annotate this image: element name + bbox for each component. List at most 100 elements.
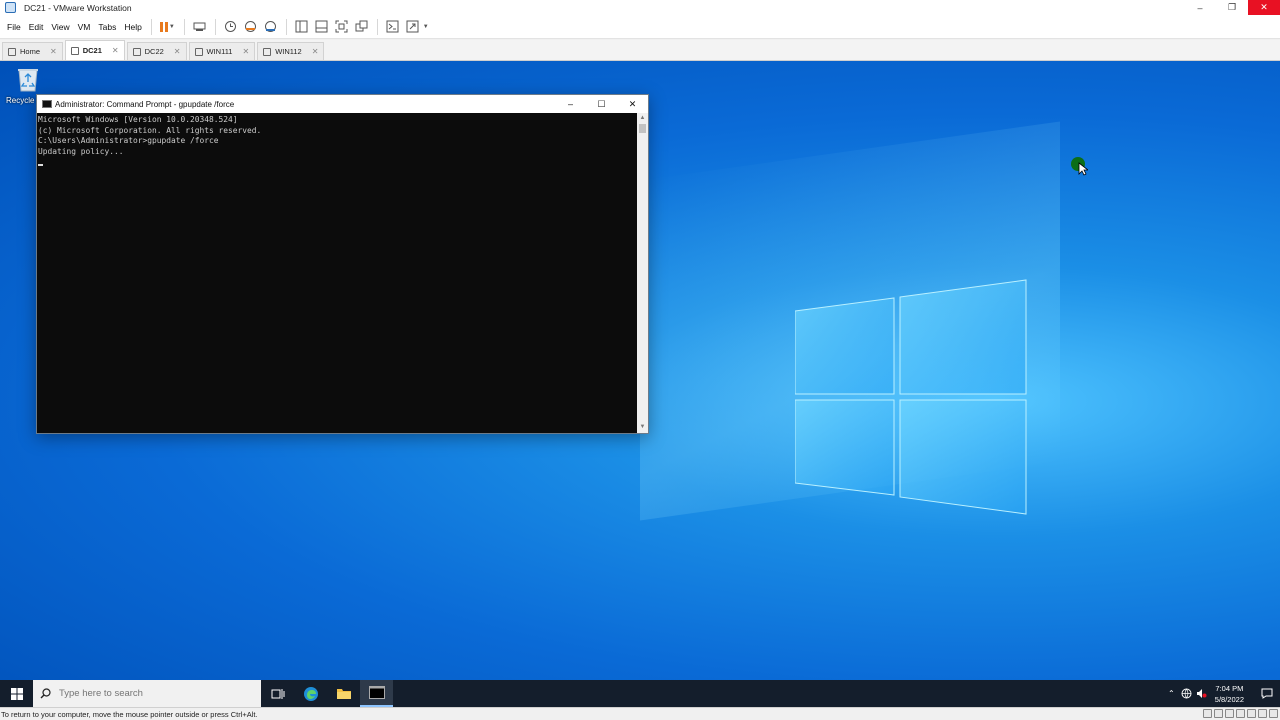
clock-time: 7:04 PM: [1215, 683, 1244, 693]
folder-icon: [336, 689, 351, 699]
snapshot-icon[interactable]: [222, 18, 240, 36]
task-view-icon: [271, 688, 284, 699]
chevron-down-icon[interactable]: ▼: [423, 24, 429, 30]
taskbar-search[interactable]: [33, 680, 261, 707]
display-icon[interactable]: [1258, 709, 1267, 718]
menu-help[interactable]: Help: [120, 22, 145, 32]
cmd-taskbar-button[interactable]: [360, 680, 393, 707]
toolbar-divider: [214, 18, 216, 35]
show-library-icon[interactable]: [293, 18, 311, 36]
show-hidden-icons-icon[interactable]: ⌃: [1164, 680, 1179, 707]
tab-dc22[interactable]: DC22 ✕: [126, 42, 187, 60]
vm-icon: [263, 47, 272, 56]
hard-disk-icon[interactable]: [1203, 709, 1212, 718]
menu-vm[interactable]: VM: [74, 22, 95, 32]
cmd-scrollbar[interactable]: ▲ ▼: [637, 113, 648, 433]
send-ctrl-alt-del-icon[interactable]: [191, 18, 209, 36]
vmware-titlebar: DC21 - VMware Workstation – ❐ ✕: [0, 0, 1280, 15]
menu-edit[interactable]: Edit: [25, 22, 48, 32]
cmd-console-output[interactable]: Microsoft Windows [Version 10.0.20348.52…: [37, 113, 637, 433]
scroll-down-icon[interactable]: ▼: [637, 422, 648, 433]
thumbnail-bar-icon[interactable]: [313, 18, 331, 36]
usb-icon[interactable]: [1236, 709, 1245, 718]
cmd-maximize-button[interactable]: ☐: [586, 95, 617, 113]
edge-button[interactable]: [294, 680, 327, 707]
console-line: (c) Microsoft Corporation. All rights re…: [38, 125, 262, 135]
tab-dc21[interactable]: DC21 ✕: [64, 40, 125, 60]
close-button[interactable]: ✕: [1248, 0, 1280, 15]
toolbar-divider: [285, 18, 287, 35]
console-view-icon[interactable]: [384, 18, 402, 36]
status-message: To return to your computer, move the mou…: [1, 709, 258, 719]
taskbar-clock[interactable]: 7:04 PM 5/8/2022: [1215, 683, 1244, 705]
close-icon[interactable]: ✕: [174, 47, 181, 56]
cmd-titlebar[interactable]: Administrator: Command Prompt - gpupdate…: [37, 95, 648, 113]
message-log-icon[interactable]: [1269, 709, 1278, 718]
vm-tab-bar: Home ✕ DC21 ✕ DC22 ✕ WIN111 ✕ WIN112 ✕: [0, 40, 1280, 61]
close-icon[interactable]: ✕: [50, 47, 57, 56]
unity-icon[interactable]: [353, 18, 371, 36]
vm-icon: [194, 47, 203, 56]
home-icon: [8, 47, 16, 56]
full-screen-icon[interactable]: [333, 18, 351, 36]
vmware-toolbar: File Edit View VM Tabs Help ▼ ▼: [0, 15, 1280, 39]
minimize-button[interactable]: –: [1184, 0, 1216, 15]
close-icon[interactable]: ✕: [242, 47, 249, 56]
file-explorer-button[interactable]: [327, 680, 360, 707]
tab-win112[interactable]: WIN112 ✕: [257, 42, 325, 60]
clock-date: 5/8/2022: [1214, 694, 1244, 704]
network-adapter-icon[interactable]: [1225, 709, 1234, 718]
system-tray: ⌃ 7:04 PM 5/8/2022: [1164, 680, 1280, 707]
volume-muted-icon[interactable]: [1194, 680, 1209, 707]
cd-dvd-icon[interactable]: [1214, 709, 1223, 718]
console-line: Microsoft Windows [Version 10.0.20348.52…: [38, 115, 238, 124]
menu-tabs[interactable]: Tabs: [94, 22, 120, 32]
guest-desktop[interactable]: Recycle Bin Administrator: Command Promp…: [0, 61, 1280, 680]
menu-view[interactable]: View: [47, 22, 73, 32]
toolbar-divider: [183, 18, 185, 35]
cmd-minimize-button[interactable]: –: [555, 95, 586, 113]
start-button[interactable]: [0, 680, 33, 707]
close-icon[interactable]: ✕: [112, 46, 119, 55]
vmware-statusbar: To return to your computer, move the mou…: [0, 707, 1280, 720]
edge-icon: [303, 686, 318, 701]
command-prompt-window[interactable]: Administrator: Command Prompt - gpupdate…: [36, 94, 649, 434]
text-cursor: [38, 164, 43, 167]
pause-icon[interactable]: [159, 21, 168, 32]
search-input[interactable]: [59, 688, 249, 699]
scroll-up-icon[interactable]: ▲: [637, 113, 648, 124]
tab-label: DC21: [82, 46, 102, 55]
snapshot-manager-icon[interactable]: [262, 18, 280, 36]
notification-icon: [1261, 688, 1273, 699]
close-icon[interactable]: ✕: [312, 47, 319, 56]
network-icon[interactable]: [1179, 680, 1194, 707]
device-status-icons: [1203, 709, 1278, 718]
recycle-bin-icon: [18, 69, 38, 92]
cmd-title: Administrator: Command Prompt - gpupdate…: [55, 99, 235, 109]
tab-win111[interactable]: WIN111 ✕: [188, 42, 256, 60]
terminal-icon: [368, 686, 385, 699]
console-line: C:\Users\Administrator>gpupdate /force: [38, 136, 219, 146]
search-icon: [40, 688, 51, 699]
cmd-close-button[interactable]: ✕: [617, 95, 648, 113]
tab-label: WIN111: [206, 47, 233, 56]
sound-card-icon[interactable]: [1247, 709, 1256, 718]
window-title: DC21 - VMware Workstation: [24, 2, 132, 13]
scroll-thumb[interactable]: [639, 124, 646, 133]
tab-home[interactable]: Home ✕: [2, 42, 63, 60]
action-center-button[interactable]: [1254, 680, 1280, 707]
vm-icon: [70, 46, 79, 55]
vmware-app-icon: [5, 2, 16, 13]
mouse-pointer-icon: [1078, 162, 1088, 176]
cmd-window-controls: – ☐ ✕: [555, 95, 648, 113]
chevron-down-icon[interactable]: ▼: [169, 24, 175, 30]
restore-button[interactable]: ❐: [1216, 0, 1248, 15]
console-line: Updating policy...: [38, 146, 124, 156]
task-view-button[interactable]: [261, 680, 294, 707]
windows-logo-wallpaper: [795, 279, 1027, 515]
revert-snapshot-icon[interactable]: [242, 18, 260, 36]
menu-file[interactable]: File: [0, 22, 25, 32]
toolbar-divider: [150, 18, 152, 35]
tab-label: Home: [20, 47, 41, 56]
stretch-view-icon[interactable]: [404, 18, 422, 36]
